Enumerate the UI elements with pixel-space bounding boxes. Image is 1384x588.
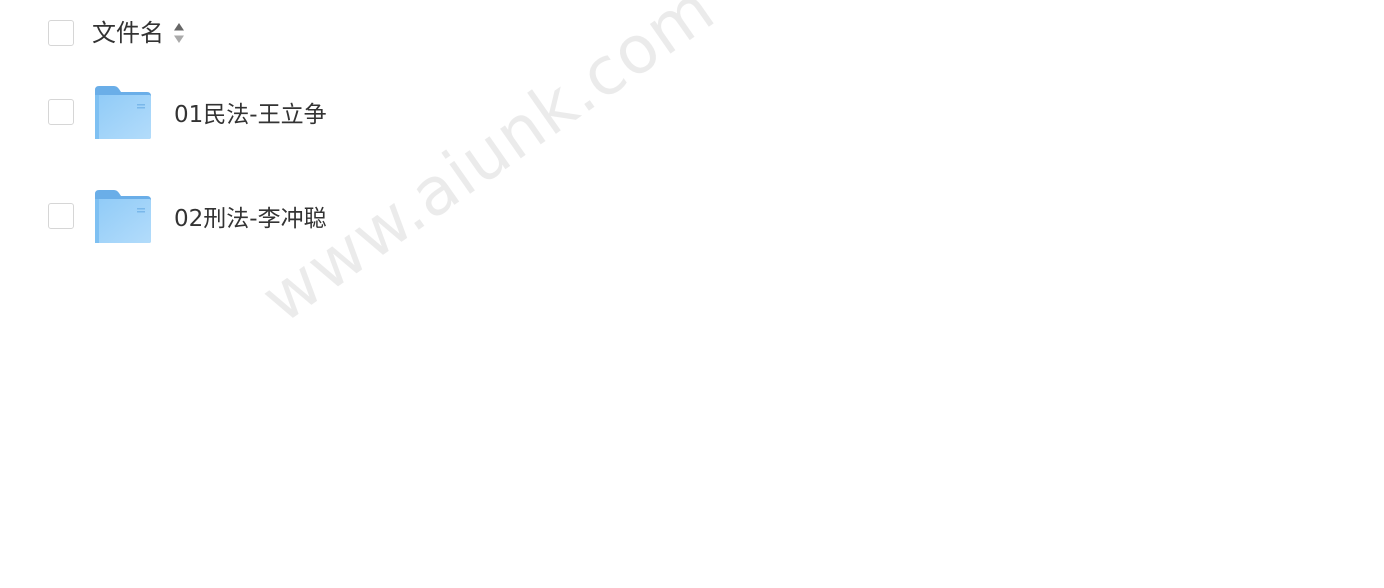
file-list-header: 文件名 — [48, 18, 186, 48]
folder-icon[interactable] — [94, 84, 152, 140]
sort-icon[interactable] — [172, 21, 186, 45]
select-all-checkbox[interactable] — [48, 20, 74, 46]
file-checkbox[interactable] — [48, 99, 74, 125]
file-name[interactable]: 01民法-王立争 — [174, 95, 327, 129]
folder-icon[interactable] — [94, 188, 152, 244]
file-row[interactable]: 02刑法-李冲聪 — [48, 188, 327, 244]
watermark: www.aiunk.com — [247, 0, 729, 339]
file-checkbox[interactable] — [48, 203, 74, 229]
file-name[interactable]: 02刑法-李冲聪 — [174, 199, 327, 233]
filename-column-header[interactable]: 文件名 — [92, 18, 164, 48]
file-row[interactable]: 01民法-王立争 — [48, 84, 327, 140]
